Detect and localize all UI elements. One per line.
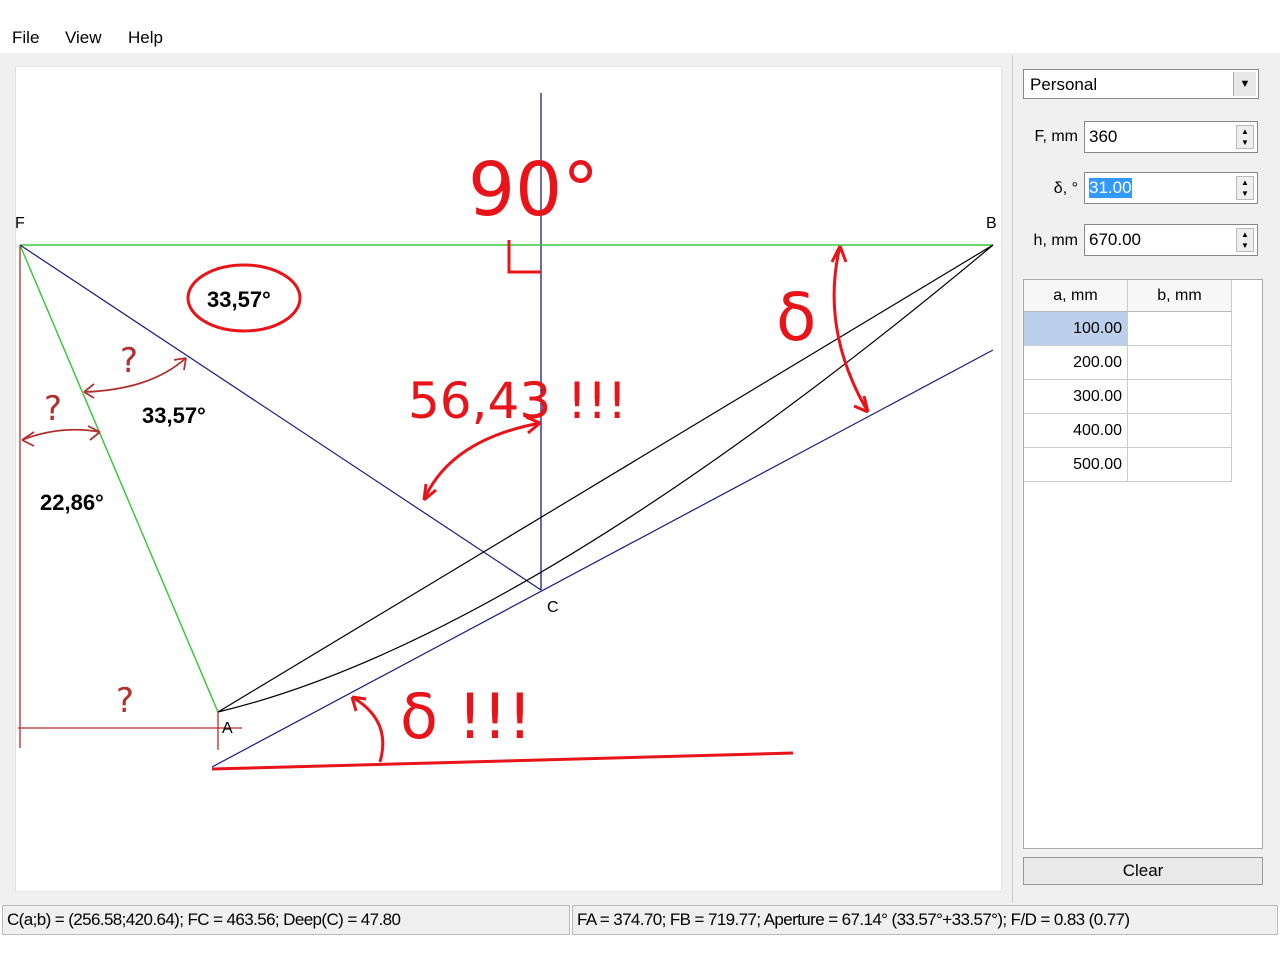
- line-fa: [19, 244, 219, 713]
- angle-label-2: 33,57°: [142, 403, 206, 428]
- delta-arrow-right: [830, 245, 870, 414]
- right-angle-annotation: 90°: [468, 147, 599, 233]
- cell-b[interactable]: [1128, 312, 1232, 345]
- header-a[interactable]: a, mm: [1024, 280, 1128, 312]
- h-label: h, mm: [1033, 232, 1078, 249]
- delta-value: 31.00: [1089, 178, 1132, 198]
- cell-b[interactable]: [1128, 346, 1232, 379]
- table-row[interactable]: 200.00: [1024, 346, 1232, 380]
- table-row[interactable]: 100.00: [1024, 312, 1232, 346]
- f-label: F, mm: [1034, 128, 1078, 145]
- baseline-annotation: [211, 751, 794, 771]
- cell-b[interactable]: [1128, 380, 1232, 413]
- status-left: C(a;b) = (256.58;420.64); FC = 463.56; D…: [2, 905, 570, 935]
- cell-a[interactable]: 500.00: [1024, 448, 1128, 481]
- spinner-icon[interactable]: ▲ ▼: [1236, 125, 1254, 149]
- profile-dropdown[interactable]: Personal ▼: [1023, 69, 1259, 99]
- ab-table[interactable]: a, mm b, mm 100.00 200.00 300.00 400.00 …: [1023, 279, 1263, 849]
- delta-label: δ, °: [1053, 180, 1078, 197]
- delta-annotation-bottom: δ !!!: [400, 680, 532, 753]
- status-right: FA = 374.70; FB = 719.77; Aperture = 67.…: [572, 905, 1278, 935]
- cell-a[interactable]: 300.00: [1024, 380, 1128, 413]
- profile-value: Personal: [1030, 75, 1098, 94]
- cell-a[interactable]: 400.00: [1024, 414, 1128, 447]
- chord-ab: [217, 244, 994, 713]
- point-f-label: F: [15, 215, 25, 232]
- point-a-label: A: [222, 720, 233, 737]
- h-input[interactable]: 670.00 ▲ ▼: [1084, 224, 1258, 256]
- cell-b[interactable]: [1128, 448, 1232, 481]
- angle-arrow-2: [21, 425, 101, 447]
- spinner-icon[interactable]: ▲ ▼: [1236, 228, 1254, 252]
- table-row[interactable]: 300.00: [1024, 380, 1232, 414]
- angle-label-1: 33,57°: [207, 287, 271, 312]
- clear-button[interactable]: Clear: [1023, 857, 1263, 885]
- table-row[interactable]: 400.00: [1024, 414, 1232, 448]
- delta-arrow-bottom: [350, 695, 385, 763]
- h-value: 670.00: [1089, 230, 1141, 249]
- question-mark-3: ?: [116, 681, 134, 721]
- cell-a[interactable]: 100.00: [1024, 312, 1128, 345]
- cell-a[interactable]: 200.00: [1024, 346, 1128, 379]
- chevron-down-icon[interactable]: ▼: [1233, 72, 1256, 96]
- point-b-label: B: [986, 215, 997, 232]
- cell-b[interactable]: [1128, 414, 1232, 447]
- f-input[interactable]: 360 ▲ ▼: [1084, 121, 1258, 153]
- delta-annotation-right: δ: [776, 279, 816, 356]
- point-c-label: C: [547, 599, 559, 616]
- angle-label-3: 22,86°: [40, 490, 104, 515]
- question-mark-2: ?: [44, 389, 62, 429]
- angle-annotation-56: 56,43 !!!: [408, 372, 627, 430]
- f-value: 360: [1089, 127, 1118, 146]
- delta-input[interactable]: 31.00 ▲ ▼: [1084, 172, 1258, 204]
- table-row[interactable]: 500.00: [1024, 448, 1232, 482]
- header-b[interactable]: b, mm: [1128, 280, 1232, 312]
- question-mark-1: ?: [120, 341, 138, 381]
- spinner-icon[interactable]: ▲ ▼: [1236, 176, 1254, 200]
